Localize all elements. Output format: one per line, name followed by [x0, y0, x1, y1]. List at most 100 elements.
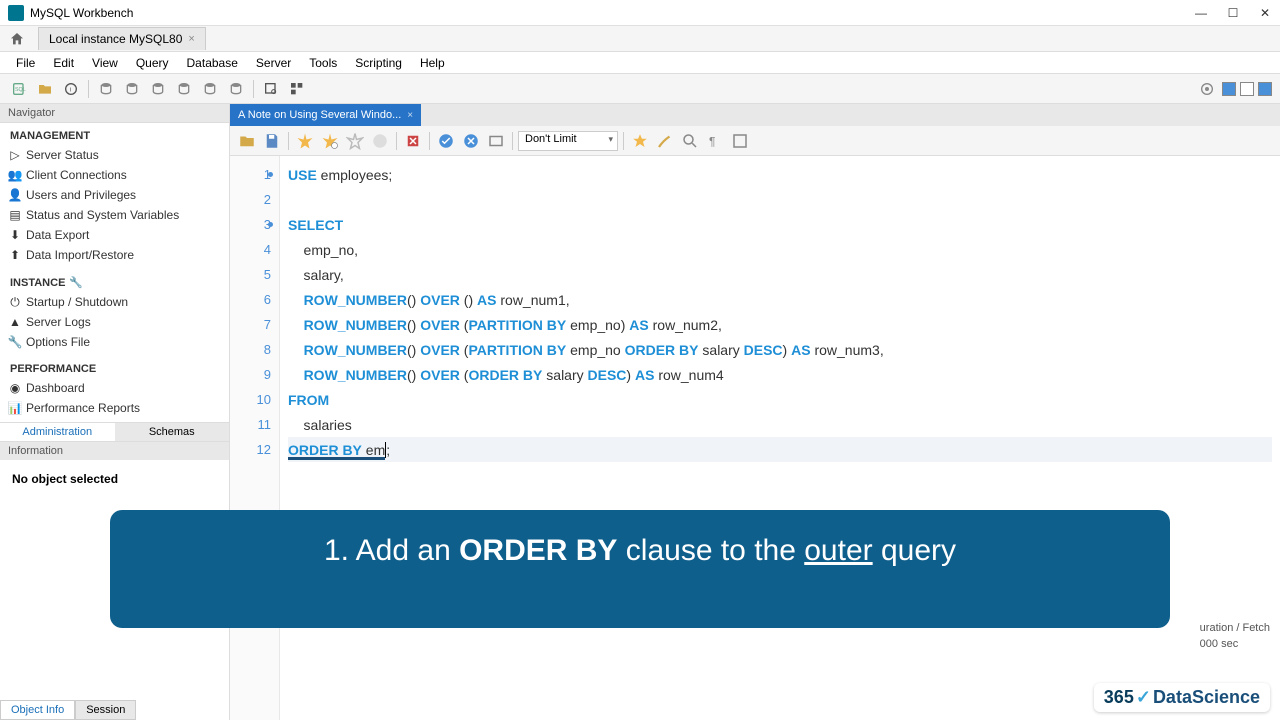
- execute-icon[interactable]: [294, 130, 316, 152]
- db-icon-1[interactable]: [95, 78, 117, 100]
- svg-text:i: i: [70, 86, 72, 93]
- stop-icon[interactable]: [369, 130, 391, 152]
- sidebar-item-data-import[interactable]: ⬆Data Import/Restore: [0, 245, 229, 265]
- menu-file[interactable]: File: [8, 54, 43, 72]
- dashboard-icon[interactable]: [286, 78, 308, 100]
- clients-icon: 👥: [8, 168, 22, 182]
- play-icon: ▷: [8, 148, 22, 162]
- rollback-icon[interactable]: [460, 130, 482, 152]
- autocommit-icon[interactable]: [485, 130, 507, 152]
- db-icon-3[interactable]: [147, 78, 169, 100]
- report-icon: 📊: [8, 401, 22, 415]
- sidebar-item-status-vars[interactable]: ▤Status and System Variables: [0, 205, 229, 225]
- panel-toggle-right[interactable]: [1258, 82, 1272, 96]
- panel-toggle-bottom[interactable]: [1240, 82, 1254, 96]
- explain-icon[interactable]: [344, 130, 366, 152]
- save-icon[interactable]: [261, 130, 283, 152]
- import-icon: ⬆: [8, 248, 22, 262]
- brand-watermark: 365✓DataScience: [1094, 683, 1270, 712]
- open-file-icon[interactable]: [236, 130, 258, 152]
- user-icon: 👤: [8, 188, 22, 202]
- menu-view[interactable]: View: [84, 54, 126, 72]
- app-icon: [8, 5, 24, 21]
- inspector-icon[interactable]: i: [60, 78, 82, 100]
- editor-tab[interactable]: A Note on Using Several Windo... ×: [230, 104, 421, 126]
- sidebar-item-dashboard[interactable]: ◉Dashboard: [0, 378, 229, 398]
- sidebar-item-server-status[interactable]: ▷Server Status: [0, 145, 229, 165]
- main-toolbar: SQL i: [0, 74, 1280, 104]
- power-icon: ⏻: [8, 295, 22, 309]
- minimize-button[interactable]: —: [1194, 6, 1208, 20]
- editor-tab-label: A Note on Using Several Windo...: [238, 109, 401, 121]
- beautify-icon[interactable]: [654, 130, 676, 152]
- menubar: File Edit View Query Database Server Too…: [0, 52, 1280, 74]
- tab-schemas[interactable]: Schemas: [115, 423, 230, 441]
- information-header: Information: [0, 442, 229, 460]
- titlebar: MySQL Workbench — ☐ ✕: [0, 0, 1280, 26]
- menu-query[interactable]: Query: [128, 54, 177, 72]
- app-title: MySQL Workbench: [30, 6, 1194, 20]
- bottom-tabs: Object Info Session: [0, 700, 136, 720]
- wrap-icon[interactable]: [729, 130, 751, 152]
- limit-rows-select[interactable]: Don't Limit: [518, 131, 618, 151]
- menu-database[interactable]: Database: [179, 54, 246, 72]
- connection-tab-label: Local instance MySQL80: [49, 32, 182, 46]
- panel-toggle-left[interactable]: [1222, 82, 1236, 96]
- editor-toolbar: Don't Limit ¶: [230, 126, 1280, 156]
- settings-icon[interactable]: [1196, 78, 1218, 100]
- cancel-edit-icon[interactable]: [402, 130, 424, 152]
- home-icon[interactable]: [8, 31, 26, 47]
- sidebar-item-perf-reports[interactable]: 📊Performance Reports: [0, 398, 229, 418]
- vars-icon: ▤: [8, 208, 22, 222]
- invisible-chars-icon[interactable]: ¶: [704, 130, 726, 152]
- editor-tab-close-icon[interactable]: ×: [407, 110, 413, 121]
- tab-object-info[interactable]: Object Info: [0, 700, 75, 720]
- wrench-icon: 🔧: [8, 335, 22, 349]
- db-icon-6[interactable]: [225, 78, 247, 100]
- sidebar-item-server-logs[interactable]: ▲Server Logs: [0, 312, 229, 332]
- export-icon: ⬇: [8, 228, 22, 242]
- connection-tab[interactable]: Local instance MySQL80 ×: [38, 27, 206, 50]
- gauge-icon: ◉: [8, 381, 22, 395]
- open-sql-icon[interactable]: [34, 78, 56, 100]
- status-duration-fragment: uration / Fetch 000 sec: [1200, 620, 1270, 652]
- tab-close-icon[interactable]: ×: [188, 33, 194, 45]
- sidebar-item-client-connections[interactable]: 👥Client Connections: [0, 165, 229, 185]
- management-title: MANAGEMENT: [0, 127, 229, 145]
- information-body: No object selected: [0, 460, 229, 498]
- maximize-button[interactable]: ☐: [1226, 6, 1240, 20]
- sidebar-item-options-file[interactable]: 🔧Options File: [0, 332, 229, 352]
- commit-icon[interactable]: [435, 130, 457, 152]
- new-sql-tab-icon[interactable]: SQL: [8, 78, 30, 100]
- menu-server[interactable]: Server: [248, 54, 299, 72]
- sidebar-item-startup[interactable]: ⏻Startup / Shutdown: [0, 292, 229, 312]
- menu-tools[interactable]: Tools: [301, 54, 345, 72]
- tutorial-banner: 1. Add an ORDER BY clause to the outer q…: [110, 510, 1170, 628]
- svg-text:SQL: SQL: [15, 87, 26, 93]
- instance-title: INSTANCE 🔧: [0, 273, 229, 292]
- line-gutter: 1 2 3 4 5 6 7 8 9 10 11 12: [230, 156, 280, 720]
- navigator-header: Navigator: [0, 104, 229, 123]
- tab-session[interactable]: Session: [75, 700, 136, 720]
- sidebar-item-data-export[interactable]: ⬇Data Export: [0, 225, 229, 245]
- tab-administration[interactable]: Administration: [0, 423, 115, 441]
- menu-edit[interactable]: Edit: [45, 54, 82, 72]
- sidebar-item-users-privileges[interactable]: 👤Users and Privileges: [0, 185, 229, 205]
- logs-icon: ▲: [8, 315, 22, 329]
- execute-current-icon[interactable]: [319, 130, 341, 152]
- menu-help[interactable]: Help: [412, 54, 453, 72]
- instance-icon: 🔧: [69, 276, 83, 289]
- db-icon-2[interactable]: [121, 78, 143, 100]
- svg-text:¶: ¶: [709, 134, 715, 148]
- menu-scripting[interactable]: Scripting: [347, 54, 410, 72]
- close-button[interactable]: ✕: [1258, 6, 1272, 20]
- performance-title: PERFORMANCE: [0, 360, 229, 378]
- find-icon[interactable]: [679, 130, 701, 152]
- code-body[interactable]: USE employees; SELECT emp_no, salary, RO…: [280, 156, 1280, 720]
- db-icon-4[interactable]: [173, 78, 195, 100]
- search-table-icon[interactable]: [260, 78, 282, 100]
- connection-tabbar: Local instance MySQL80 ×: [0, 26, 1280, 52]
- sql-editor[interactable]: 1 2 3 4 5 6 7 8 9 10 11 12 USE employees…: [230, 156, 1280, 720]
- favorite-icon[interactable]: [629, 130, 651, 152]
- db-icon-5[interactable]: [199, 78, 221, 100]
